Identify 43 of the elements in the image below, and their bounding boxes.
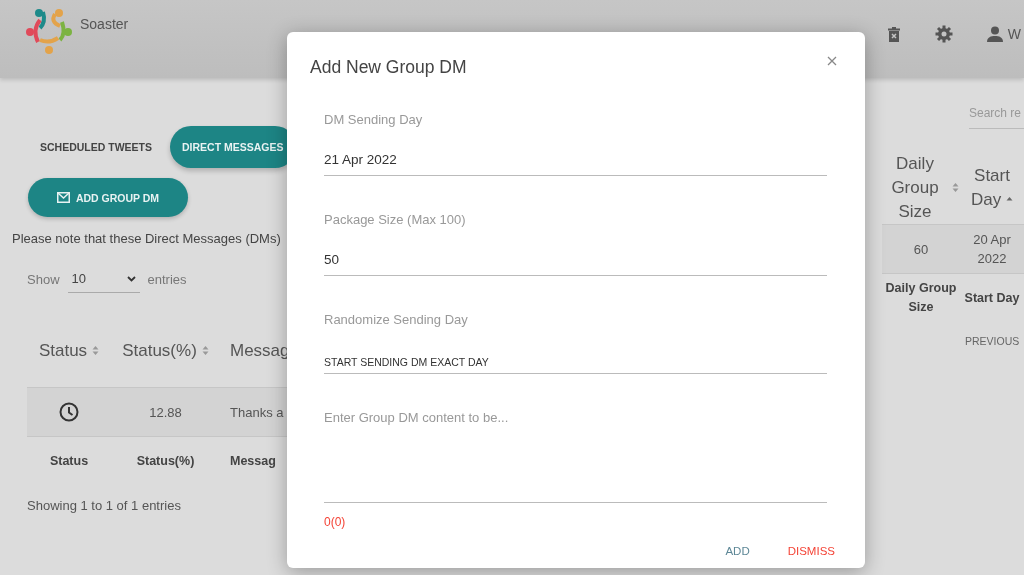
table-cell: 12.88	[111, 387, 220, 437]
column-footer: Daily Group Size	[882, 274, 960, 322]
column-footer: Start Day	[960, 274, 1024, 322]
close-icon	[827, 56, 837, 66]
column-header[interactable]: Start Day	[960, 151, 1024, 224]
table-cell: Thanks a	[220, 387, 287, 437]
dialog-title: Add New Group DM	[310, 56, 468, 78]
column-header[interactable]: Status	[27, 314, 111, 387]
field-label: Package Size (Max 100)	[324, 211, 467, 229]
user-icon[interactable]	[986, 26, 1003, 42]
dismiss-button[interactable]: DISMISS	[787, 539, 835, 563]
column-footer: Messag	[220, 437, 287, 485]
entries-info: Showing 1 to 1 of 1 entries	[27, 498, 182, 513]
previous-button[interactable]: PREVIOUS	[965, 335, 1020, 347]
column-footer: Status(%)	[111, 437, 220, 485]
trash-icon[interactable]	[886, 25, 901, 43]
table-cell: 60	[882, 224, 960, 274]
character-counter: 0(0)	[324, 515, 346, 529]
logo-icon	[26, 8, 72, 54]
entries-label: entries	[147, 271, 187, 287]
add-button[interactable]: ADD	[725, 539, 750, 563]
column-footer: Status	[27, 437, 111, 485]
column-header[interactable]: Daily Group Size	[882, 151, 960, 224]
user-name[interactable]: W	[1007, 26, 1021, 42]
input-field[interactable]: 21 Apr 2022	[324, 143, 827, 176]
settings-icon[interactable]	[934, 25, 953, 43]
select-field[interactable]: START SENDING DM EXACT DAY	[324, 351, 827, 374]
app-name: Soaster	[80, 16, 129, 32]
mail-icon	[56, 192, 70, 203]
close-button[interactable]	[825, 54, 839, 68]
content-textarea[interactable]: Enter Group DM content to be...	[324, 410, 827, 503]
show-label: Show	[27, 271, 60, 287]
table-cell: 20 Apr 2022	[960, 224, 1024, 274]
tab[interactable]: DIRECT MESSAGES	[170, 126, 287, 168]
chevron-down-icon	[126, 275, 136, 282]
entries-select[interactable]: 10	[67, 265, 140, 293]
column-header[interactable]: Status(%)	[111, 314, 220, 387]
field-label: Randomize Sending Day	[324, 311, 469, 329]
notice-text: Please note that these Direct Messages (DMs)	[12, 230, 282, 248]
field-label: DM Sending Day	[324, 111, 424, 129]
add-group-dm-button[interactable]: ADD GROUP DM	[28, 178, 188, 217]
input-field[interactable]: 50	[324, 243, 827, 276]
tab[interactable]: SCHEDULED TWEETS	[28, 126, 164, 168]
